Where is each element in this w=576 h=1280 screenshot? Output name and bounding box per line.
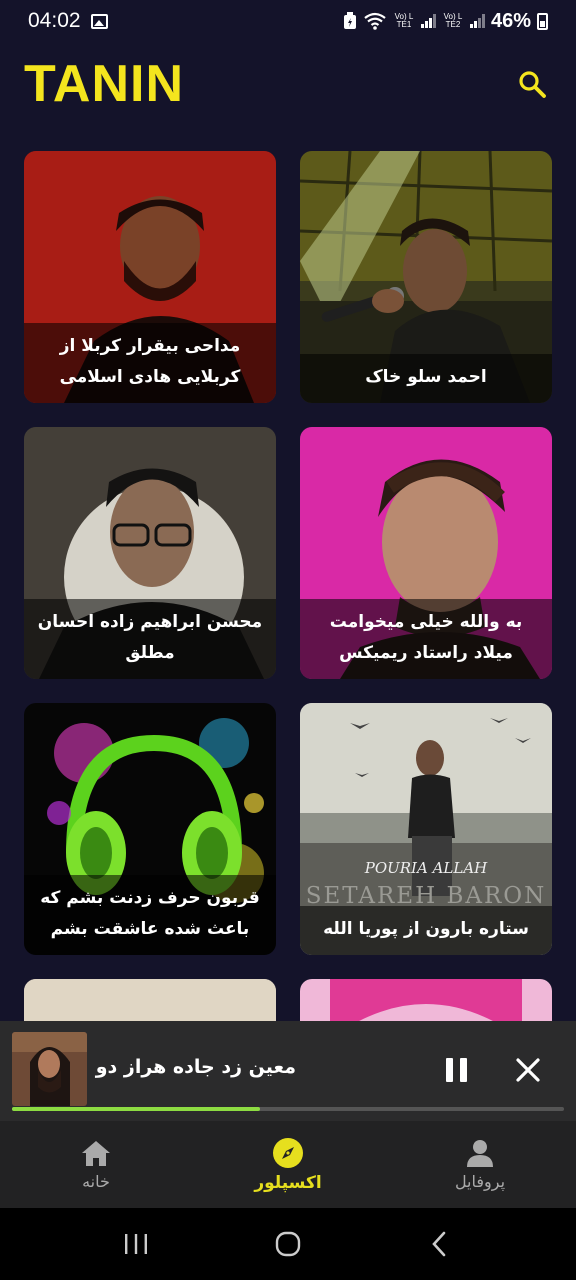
home-icon <box>82 1141 110 1166</box>
song-caption: مداحی بیقرار کربلا از کربلایی هادی اسلام… <box>24 323 276 403</box>
pause-icon-bar <box>459 1058 467 1082</box>
playback-progress-fill <box>12 1107 261 1111</box>
compass-icon <box>273 1137 303 1168</box>
back-icon <box>432 1231 446 1257</box>
playback-progress-bar[interactable] <box>12 1107 564 1111</box>
status-bar: 04:02 Vo) LTE1 Vo) LTE2 46% <box>0 0 576 42</box>
nav-profile-label: پروفایل <box>454 1172 506 1191</box>
song-caption: ستاره بارون از پوریا الله <box>300 906 552 955</box>
pause-icon-bar <box>445 1058 453 1082</box>
battery-saver-icon <box>343 12 356 29</box>
back-button[interactable] <box>420 1224 460 1264</box>
gallery-notification-icon <box>90 13 108 29</box>
nav-home[interactable]: خانه <box>0 1121 192 1208</box>
song-card[interactable]: قربون حرف زدنت بشم که باعث شده عاشقت بشم <box>24 703 276 955</box>
artwork-artist-text: POURIA ALLAH <box>364 859 488 877</box>
pause-button[interactable] <box>440 1054 472 1086</box>
song-card[interactable]: احمد سلو خاک <box>300 151 552 403</box>
search-icon <box>519 71 546 98</box>
mini-player[interactable]: معین زد جاده هراز دو <box>0 1021 576 1121</box>
search-button[interactable] <box>512 64 552 104</box>
battery-percent: 46% <box>490 9 531 32</box>
song-grid: احمد سلو خاک مداحی بیقرار کربلا از کربلا… <box>24 151 552 1021</box>
sim1-label: Vo) LTE1 <box>394 12 414 29</box>
wifi-icon <box>364 12 386 30</box>
app-header: TANIN <box>24 55 552 113</box>
app-logo: TANIN <box>24 55 185 113</box>
sim2-label: Vo) LTE2 <box>443 12 463 29</box>
nav-explore[interactable]: اکسپلور <box>192 1121 384 1208</box>
recent-apps-icon <box>125 1234 147 1254</box>
nav-home-label: خانه <box>82 1172 110 1191</box>
status-right: Vo) LTE1 Vo) LTE2 46% <box>343 10 548 33</box>
home-circle-icon <box>275 1231 301 1257</box>
song-card[interactable]: POURIA ALLAH SETAREH BARON ستاره بارون ا… <box>300 703 552 955</box>
home-system-button[interactable] <box>268 1224 308 1264</box>
sim1-signal-icon <box>420 14 436 28</box>
song-card[interactable]: محسن ابراهیم زاده احسان مطلق <box>24 427 276 679</box>
song-artwork <box>300 979 552 1021</box>
song-card[interactable] <box>300 979 552 1021</box>
song-caption: محسن ابراهیم زاده احسان مطلق <box>24 599 276 679</box>
song-caption: به والله خیلی میخوامت میلاد راستاد ریمیک… <box>300 599 552 679</box>
recent-apps-button[interactable] <box>116 1224 156 1264</box>
song-caption: احمد سلو خاک <box>300 354 552 403</box>
now-playing-title: معین زد جاده هراز دو <box>95 1056 296 1078</box>
song-card[interactable]: به والله خیلی میخوامت میلاد راستاد ریمیک… <box>300 427 552 679</box>
song-artwork <box>24 979 276 1021</box>
close-player-button[interactable] <box>512 1054 544 1086</box>
nav-explore-label: اکسپلور <box>254 1172 322 1193</box>
nav-profile[interactable]: پروفایل <box>384 1121 576 1208</box>
song-card[interactable]: مداحی بیقرار کربلا از کربلایی هادی اسلام… <box>24 151 276 403</box>
system-navigation-bar <box>0 1208 576 1280</box>
person-icon <box>467 1140 493 1167</box>
sim2-signal-icon <box>469 14 485 28</box>
app-screen: 04:02 Vo) LTE1 Vo) LTE2 46% TANIN احمد س… <box>0 0 576 1280</box>
battery-icon <box>537 12 548 30</box>
status-time: 04:02 <box>28 9 81 32</box>
song-caption: قربون حرف زدنت بشم که باعث شده عاشقت بشم <box>24 875 276 955</box>
now-playing-artwork <box>12 1032 87 1106</box>
close-icon <box>516 1058 540 1082</box>
song-card[interactable] <box>24 979 276 1021</box>
bottom-navigation: خانه اکسپلور پروفایل <box>0 1121 576 1208</box>
